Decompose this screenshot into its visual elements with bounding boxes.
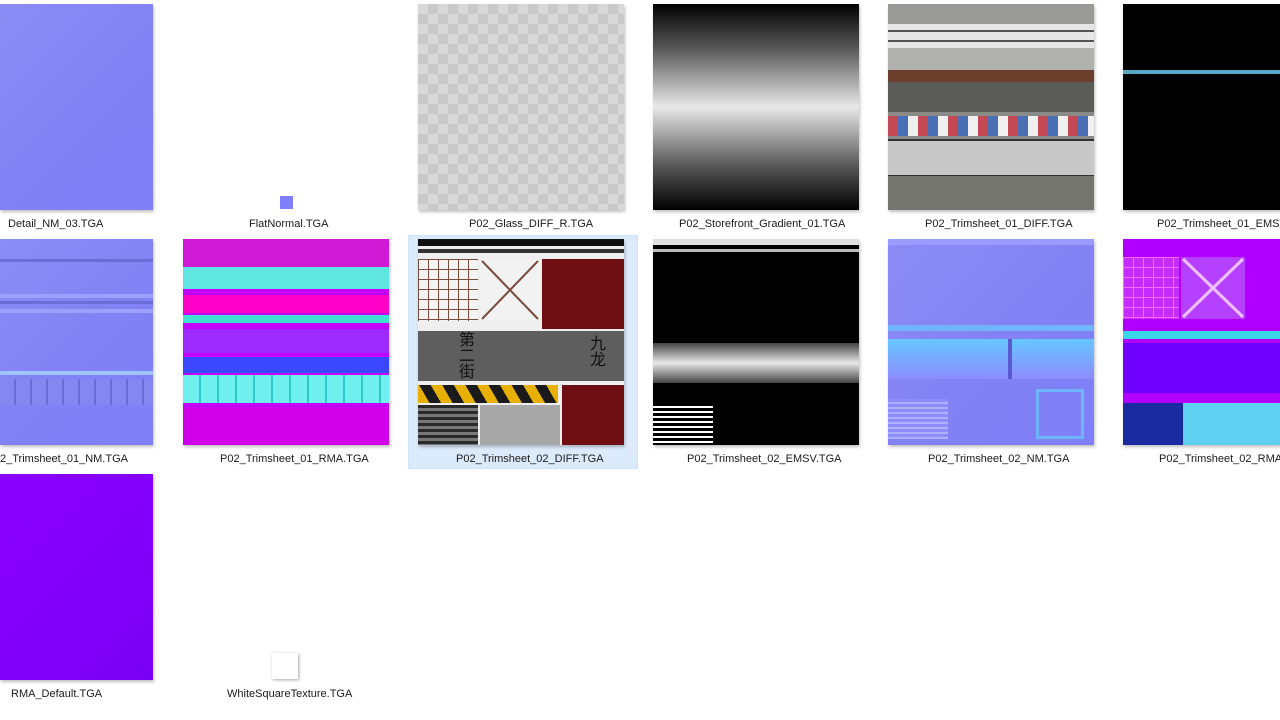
file-icon — [272, 653, 298, 679]
file-name: P02_Trimsheet_02_NM.TGA — [928, 453, 1070, 465]
file-name: P02_Storefront_Gradient_01.TGA — [679, 218, 846, 230]
signage-text-right: 九龙 — [587, 335, 606, 367]
file-name: Detail_NM_03.TGA — [8, 218, 104, 230]
file-thumbnail — [653, 239, 859, 445]
cross-mark-icon — [1181, 257, 1245, 319]
file-name: P02_Trimsheet_01_EMSV.T — [1157, 218, 1280, 230]
file-name: P02_Glass_DIFF_R.TGA — [469, 218, 594, 230]
file-name: RMA_Default.TGA — [11, 688, 103, 700]
file-icon — [280, 196, 293, 209]
file-thumbnail — [888, 4, 1094, 210]
file-thumbnail — [183, 239, 389, 445]
file-name: FlatNormal.TGA — [249, 218, 329, 230]
file-thumbnail — [1123, 239, 1280, 445]
file-name: P02_Trimsheet_02_DIFF.TGA — [456, 453, 604, 465]
file-thumbnail — [0, 239, 153, 445]
cross-mark-icon — [481, 260, 539, 320]
file-thumbnail — [888, 239, 1094, 445]
signage-text-left: 第二街 — [456, 331, 475, 379]
file-thumbnail — [418, 4, 624, 210]
file-name: WhiteSquareTexture.TGA — [227, 688, 353, 700]
file-thumbnail: 第二街 九龙 — [418, 239, 624, 445]
file-name: 2_Trimsheet_01_NM.TGA — [0, 453, 128, 465]
file-thumbnail — [653, 4, 859, 210]
file-name: P02_Trimsheet_01_RMA.TGA — [220, 453, 369, 465]
file-thumbnail — [1123, 4, 1280, 210]
file-name: P02_Trimsheet_02_RMA.T — [1159, 453, 1280, 465]
file-name: P02_Trimsheet_02_EMSV.TGA — [687, 453, 842, 465]
file-thumbnail — [0, 4, 153, 210]
file-thumbnail — [0, 474, 153, 680]
file-name: P02_Trimsheet_01_DIFF.TGA — [925, 218, 1073, 230]
